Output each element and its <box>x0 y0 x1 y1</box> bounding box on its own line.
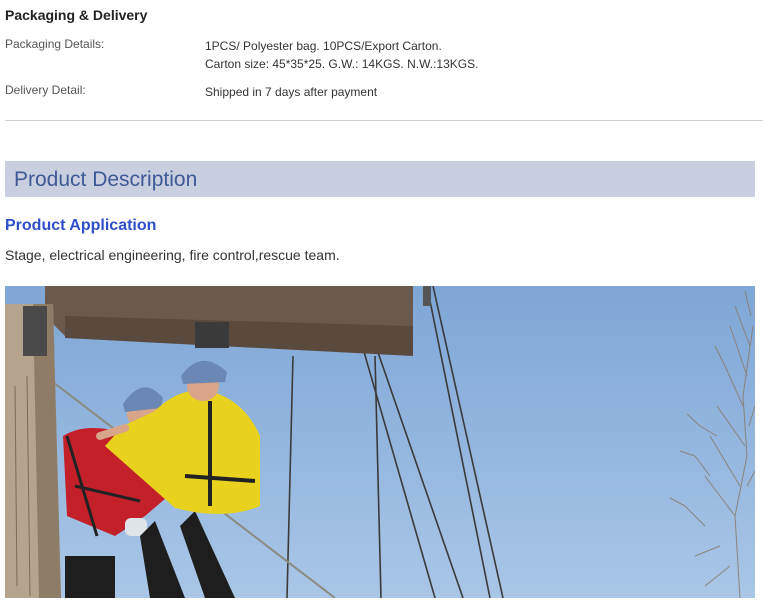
section-divider <box>5 120 763 121</box>
product-description-header: Product Description <box>5 161 755 197</box>
packaging-details-label: Packaging Details: <box>5 37 105 51</box>
packaging-details-line: 1PCS/ Polyester bag. 10PCS/Export Carton… <box>205 39 442 53</box>
red-climber-legs <box>65 556 115 598</box>
product-description-title: Product Description <box>14 168 198 191</box>
pole-bracket <box>23 306 47 356</box>
pulley-block <box>195 322 229 348</box>
packaging-details-line: Carton size: 45*35*25. G.W.: 14KGS. N.W.… <box>205 57 479 71</box>
packaging-title: Packaging & Delivery <box>5 7 148 23</box>
product-application-title: Product Application <box>5 217 157 234</box>
rope-anchor <box>423 286 431 306</box>
product-photo <box>5 286 755 598</box>
rescue-climbers-photo <box>5 286 755 598</box>
delivery-detail-label: Delivery Detail: <box>5 83 86 97</box>
delivery-detail-value: Shipped in 7 days after payment <box>205 85 378 99</box>
product-application-text: Stage, electrical engineering, fire cont… <box>5 247 340 263</box>
packaging-details-value: 1PCS/ Polyester bag. 10PCS/Export Carton… <box>205 37 745 73</box>
